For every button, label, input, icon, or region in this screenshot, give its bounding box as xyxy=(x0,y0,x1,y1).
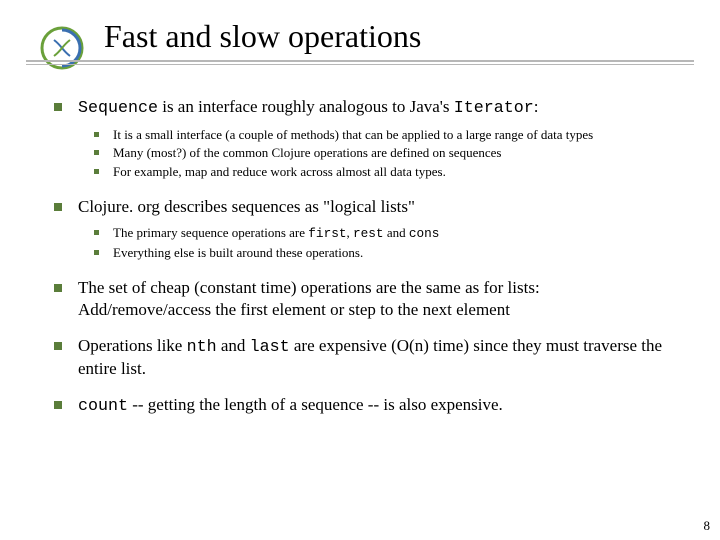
square-bullet-icon xyxy=(54,203,62,211)
slide-body: Sequence is an interface roughly analogo… xyxy=(54,96,674,424)
code-count: count xyxy=(78,397,128,416)
bullet-1: Sequence is an interface roughly analogo… xyxy=(54,96,674,120)
sub-bullet: The primary sequence operations are firs… xyxy=(94,224,674,243)
code-cons: cons xyxy=(409,226,440,241)
divider-icon xyxy=(26,60,694,62)
sub-bullet: It is a small interface (a couple of met… xyxy=(94,126,674,145)
sub-bullet-text: Many (most?) of the common Clojure opera… xyxy=(113,144,674,163)
bullet-2-text: Clojure. org describes sequences as "log… xyxy=(78,196,674,218)
code-nth: nth xyxy=(187,338,217,357)
sub-bullet-text: It is a small interface (a couple of met… xyxy=(113,126,674,145)
bullet-3-text: The set of cheap (constant time) operati… xyxy=(78,277,674,321)
bullet-4-text: Operations like nth and last are expensi… xyxy=(78,335,674,381)
bullet-1-text: Sequence is an interface roughly analogo… xyxy=(78,96,674,120)
square-bullet-icon xyxy=(54,284,62,292)
sub-bullet-text: The primary sequence operations are firs… xyxy=(113,224,674,243)
code-first: first xyxy=(308,226,346,241)
sub-bullet-text: Everything else is built around these op… xyxy=(113,244,674,263)
divider-icon xyxy=(26,64,694,65)
square-bullet-icon xyxy=(54,401,62,409)
slide-title: Fast and slow operations xyxy=(104,18,421,55)
sub-bullet: Everything else is built around these op… xyxy=(94,244,674,263)
slide: Fast and slow operations Sequence is an … xyxy=(0,0,720,540)
slide-header: Fast and slow operations xyxy=(0,0,720,74)
bullet-5-text: count -- getting the length of a sequenc… xyxy=(78,394,674,418)
code-rest: rest xyxy=(353,226,384,241)
bullet-3: The set of cheap (constant time) operati… xyxy=(54,277,674,321)
sub-bullet-text: For example, map and reduce work across … xyxy=(113,163,674,182)
square-bullet-icon xyxy=(54,103,62,111)
sub-bullet: For example, map and reduce work across … xyxy=(94,163,674,182)
bullet-1-sub: It is a small interface (a couple of met… xyxy=(94,126,674,183)
bullet-5: count -- getting the length of a sequenc… xyxy=(54,394,674,418)
code-sequence: Sequence xyxy=(78,99,158,118)
bullet-2-sub: The primary sequence operations are firs… xyxy=(94,224,674,262)
code-last: last xyxy=(250,338,290,357)
square-bullet-icon xyxy=(94,169,99,174)
bullet-2: Clojure. org describes sequences as "log… xyxy=(54,196,674,218)
square-bullet-icon xyxy=(94,132,99,137)
square-bullet-icon xyxy=(54,342,62,350)
square-bullet-icon xyxy=(94,250,99,255)
code-iterator: Iterator xyxy=(454,99,534,118)
square-bullet-icon xyxy=(94,230,99,235)
square-bullet-icon xyxy=(94,150,99,155)
page-number: 8 xyxy=(704,518,711,534)
sub-bullet: Many (most?) of the common Clojure opera… xyxy=(94,144,674,163)
bullet-4: Operations like nth and last are expensi… xyxy=(54,335,674,381)
